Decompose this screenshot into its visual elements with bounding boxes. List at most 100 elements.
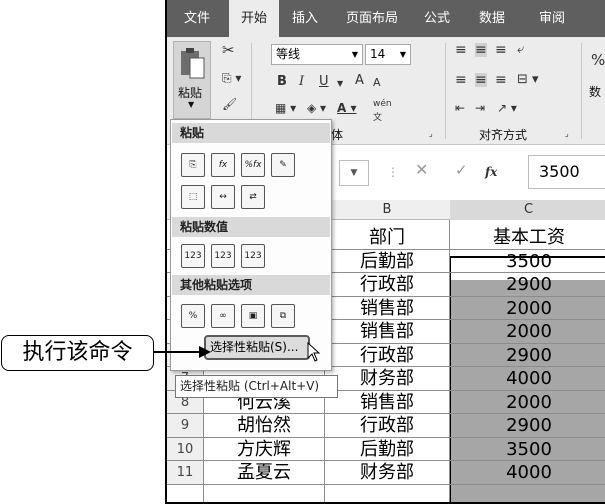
font-dialog-launcher-icon[interactable]: ⌟	[429, 127, 433, 141]
underline-dropdown-icon[interactable]: ▼	[337, 77, 343, 91]
salary-cell[interactable]: 4000	[451, 461, 605, 484]
align-center-icon[interactable]: ≡	[475, 73, 487, 87]
bold-button[interactable]: B	[277, 75, 287, 89]
chevron-down-icon: ▼	[351, 50, 358, 59]
callout-label: 执行该命令	[1, 335, 154, 371]
paste-picture-icon[interactable]: ▣	[241, 304, 265, 328]
salary-cell[interactable]: 2000	[451, 320, 605, 343]
department-cell[interactable]: 财务部	[325, 367, 449, 390]
paste-keep-column-widths-icon[interactable]: ↔	[211, 185, 235, 209]
cancel-icon[interactable]: ✕	[415, 162, 428, 178]
clipboard-icon	[181, 48, 205, 79]
paste-button[interactable]: 粘贴 ▼	[173, 41, 211, 119]
salary-cell[interactable]: 2000	[451, 297, 605, 320]
department-cell[interactable]: 后勤部	[325, 250, 449, 273]
paste-values-number-format-icon[interactable]: 123	[211, 244, 235, 268]
column-b-header[interactable]: B	[325, 200, 449, 220]
font-size-select[interactable]: 14 ▼	[365, 44, 411, 65]
tab-page-layout[interactable]: 页面布局	[337, 0, 407, 37]
paste-dropdown-icon[interactable]: ▼	[188, 100, 194, 109]
font-size-value: 14	[370, 47, 386, 61]
department-cell[interactable]: 财务部	[325, 461, 449, 484]
salary-cell[interactable]: 基本工资	[451, 226, 605, 249]
paste-formulas-icon[interactable]: fx	[211, 153, 235, 177]
department-cell[interactable]: 部门	[325, 226, 449, 249]
format-painter-icon[interactable]: 🖌	[222, 97, 237, 111]
row-gridline	[167, 483, 605, 485]
department-cell[interactable]: 销售部	[325, 320, 449, 343]
paste-values-source-format-icon[interactable]: 123	[241, 244, 265, 268]
border-icon[interactable]: ▦ ▾	[275, 101, 296, 115]
align-left-icon[interactable]: ≡	[455, 73, 467, 87]
paste-values-icon[interactable]: 123	[181, 244, 205, 268]
tab-review[interactable]: 审阅	[527, 0, 577, 37]
name-cell[interactable]: 胡怡然	[204, 414, 324, 437]
paste-formulas-number-format-icon[interactable]: %fx	[241, 153, 265, 177]
department-cell[interactable]: 行政部	[325, 344, 449, 367]
align-middle-icon[interactable]: ≡	[475, 43, 487, 57]
column-c-header[interactable]: C	[450, 200, 605, 220]
enter-icon[interactable]: ✓	[455, 163, 468, 178]
merge-center-icon[interactable]: ⊟ ▾	[517, 73, 539, 87]
tab-formulas[interactable]: 公式	[417, 0, 457, 37]
align-right-icon[interactable]: ≡	[495, 73, 507, 87]
salary-cell[interactable]: 2900	[451, 344, 605, 367]
copy-icon[interactable]: ⎘ ▾	[222, 71, 241, 85]
paste-keep-source-format-icon[interactable]: ✎	[271, 153, 295, 177]
department-cell[interactable]: 销售部	[325, 297, 449, 320]
salary-cell[interactable]: 4000	[451, 367, 605, 390]
salary-cell[interactable]: 2900	[451, 273, 605, 296]
align-top-icon[interactable]: ≡	[455, 43, 467, 57]
callout-arrow	[153, 346, 211, 358]
phonetic-icon[interactable]: wén 文	[373, 97, 392, 125]
salary-cell[interactable]: 2000	[451, 391, 605, 414]
paste-transpose-icon[interactable]: ⇄	[241, 185, 265, 209]
paste-linked-picture-icon[interactable]: ⧉	[271, 304, 295, 328]
italic-button[interactable]: I	[299, 75, 304, 89]
number-group-label: 数	[589, 85, 602, 99]
department-cell[interactable]: 行政部	[325, 414, 449, 437]
increase-indent-icon[interactable]: ⇥	[475, 101, 485, 115]
salary-cell[interactable]: 3500	[451, 250, 605, 273]
paste-no-borders-icon[interactable]: ⬚	[181, 185, 205, 209]
align-bottom-icon[interactable]: ≡	[495, 43, 507, 57]
salary-cell[interactable]: 2900	[451, 414, 605, 437]
cut-icon[interactable]: ✂	[222, 43, 235, 58]
fill-color-icon[interactable]: ◈ ▾	[307, 101, 326, 115]
tab-insert[interactable]: 插入	[285, 0, 325, 37]
grow-font-button[interactable]: A	[355, 74, 364, 88]
department-cell[interactable]: 后勤部	[325, 438, 449, 461]
wrap-text-icon[interactable]: ⤶	[517, 43, 524, 57]
tab-file[interactable]: 文件	[177, 0, 217, 37]
percent-style-icon[interactable]: %	[591, 53, 605, 68]
decrease-indent-icon[interactable]: ⇤	[455, 101, 465, 115]
tab-home[interactable]: 开始	[229, 0, 279, 37]
department-cell[interactable]: 行政部	[325, 273, 449, 296]
underline-button[interactable]: U	[319, 75, 329, 89]
name-cell[interactable]: 孟夏云	[204, 461, 324, 484]
name-cell[interactable]: 方庆辉	[204, 438, 324, 461]
row-number[interactable]: 10	[167, 437, 203, 461]
tab-data[interactable]: 数据	[467, 0, 517, 37]
row-number[interactable]: 11	[167, 461, 203, 484]
paste-special-tooltip: 选择性粘贴 (Ctrl+Alt+V)	[175, 375, 338, 398]
row-number[interactable]: 9	[167, 414, 203, 437]
font-color-icon[interactable]: A ▾	[337, 101, 357, 115]
name-box-dropdown[interactable]: ▼	[339, 160, 369, 186]
department-cell[interactable]: 销售部	[325, 391, 449, 414]
paste-special-item[interactable]: 选择性粘贴(S)...	[204, 335, 310, 360]
font-name-select[interactable]: 等线 ▼	[271, 44, 363, 65]
orientation-icon[interactable]: ↗ ▾	[497, 101, 517, 115]
insert-function-button[interactable]: fx	[485, 165, 497, 179]
paste-icon[interactable]: ⎘	[181, 153, 205, 177]
paste-label: 粘贴	[178, 86, 203, 100]
chevron-down-icon: ▼	[399, 50, 406, 59]
align-dialog-launcher-icon[interactable]: ⌟	[565, 127, 569, 141]
paste-values-section-header: 粘贴数值	[172, 217, 330, 237]
other-paste-options-header: 其他粘贴选项	[172, 275, 330, 295]
salary-cell[interactable]: 3500	[451, 438, 605, 461]
formula-input[interactable]: 3500	[528, 155, 605, 189]
paste-link-icon[interactable]: ∞	[211, 304, 235, 328]
shrink-font-button[interactable]: A	[373, 76, 381, 90]
paste-formatting-icon[interactable]: %	[181, 304, 205, 328]
